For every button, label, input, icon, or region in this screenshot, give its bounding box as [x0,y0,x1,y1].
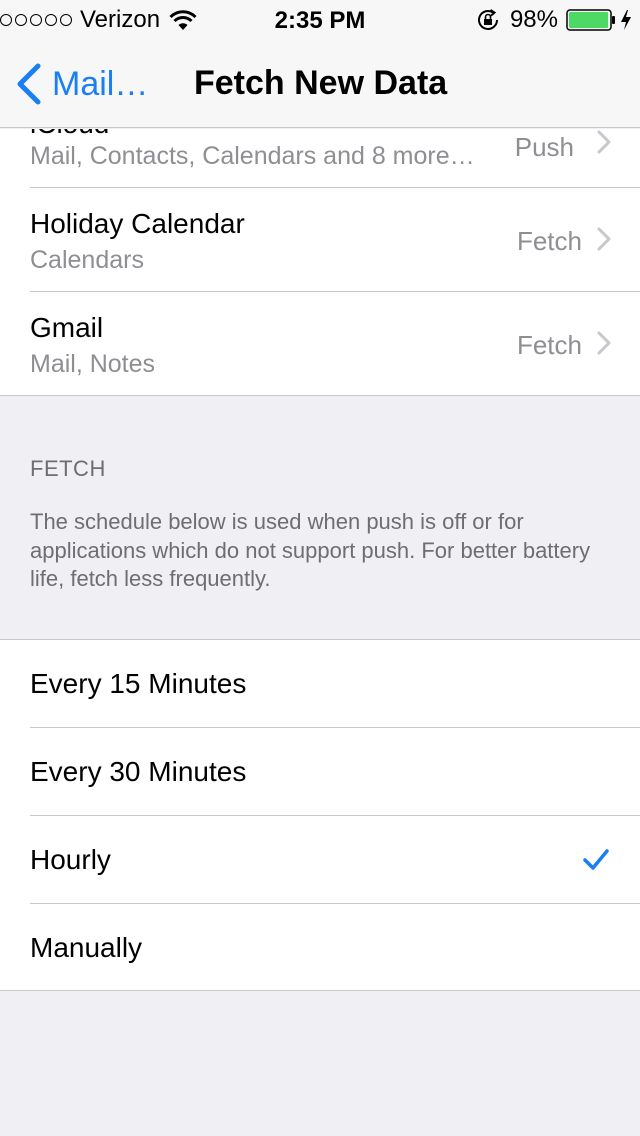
schedule-option-manually[interactable]: Manually [0,904,640,992]
fetch-schedule-list: Every 15 Minutes Every 30 Minutes Hourly… [0,639,640,991]
battery-percentage: 98% [509,6,558,33]
navigation-bar: Mail… Fetch New Data [0,40,640,128]
account-subtitle: Mail, Notes [30,350,156,378]
account-name: iCloud [30,129,109,140]
account-name: Holiday Calendar [30,208,245,239]
checkmark-icon [583,849,609,870]
account-name: Gmail [30,312,104,343]
back-chevron-icon [17,63,41,105]
account-fetch-mode: Push [514,132,574,162]
chevron-right-icon [597,331,611,355]
back-button[interactable]: Mail… [14,62,148,106]
section-header-fetch: FETCH [30,456,106,481]
status-bar-right: 98% [476,6,632,33]
orientation-lock-icon [477,9,498,30]
schedule-option-hourly[interactable]: Hourly [0,816,640,904]
schedule-option-label: Hourly [30,844,111,875]
account-row-gmail[interactable]: Gmail Mail, Notes Fetch [0,292,640,395]
account-fetch-mode: Fetch [516,330,582,360]
schedule-option-label: Every 30 Minutes [30,756,247,787]
charging-bolt-icon [621,10,631,30]
account-row-icloud[interactable]: iCloud Mail, Contacts, Calendars and 8 m… [0,129,640,188]
battery-icon [566,9,615,31]
schedule-option-30-minutes[interactable]: Every 30 Minutes [0,728,640,816]
account-list: iCloud Mail, Contacts, Calendars and 8 m… [0,129,640,396]
account-subtitle: Mail, Contacts, Calendars and 8 more… [30,142,475,170]
schedule-option-15-minutes[interactable]: Every 15 Minutes [0,640,640,728]
account-row-holiday-calendar[interactable]: Holiday Calendar Calendars Fetch [0,188,640,292]
status-bar: Verizon 2:35 PM 98% [0,0,640,40]
account-fetch-mode: Fetch [516,226,582,256]
section-description: The schedule below is used when push is … [30,509,591,591]
account-subtitle: Calendars [30,246,144,274]
page-title: Fetch New Data [194,64,448,102]
back-button-label: Mail… [52,64,149,103]
chevron-right-icon [597,130,611,154]
schedule-option-label: Every 15 Minutes [30,668,247,699]
schedule-option-label: Manually [30,932,143,963]
chevron-right-icon [597,227,611,251]
